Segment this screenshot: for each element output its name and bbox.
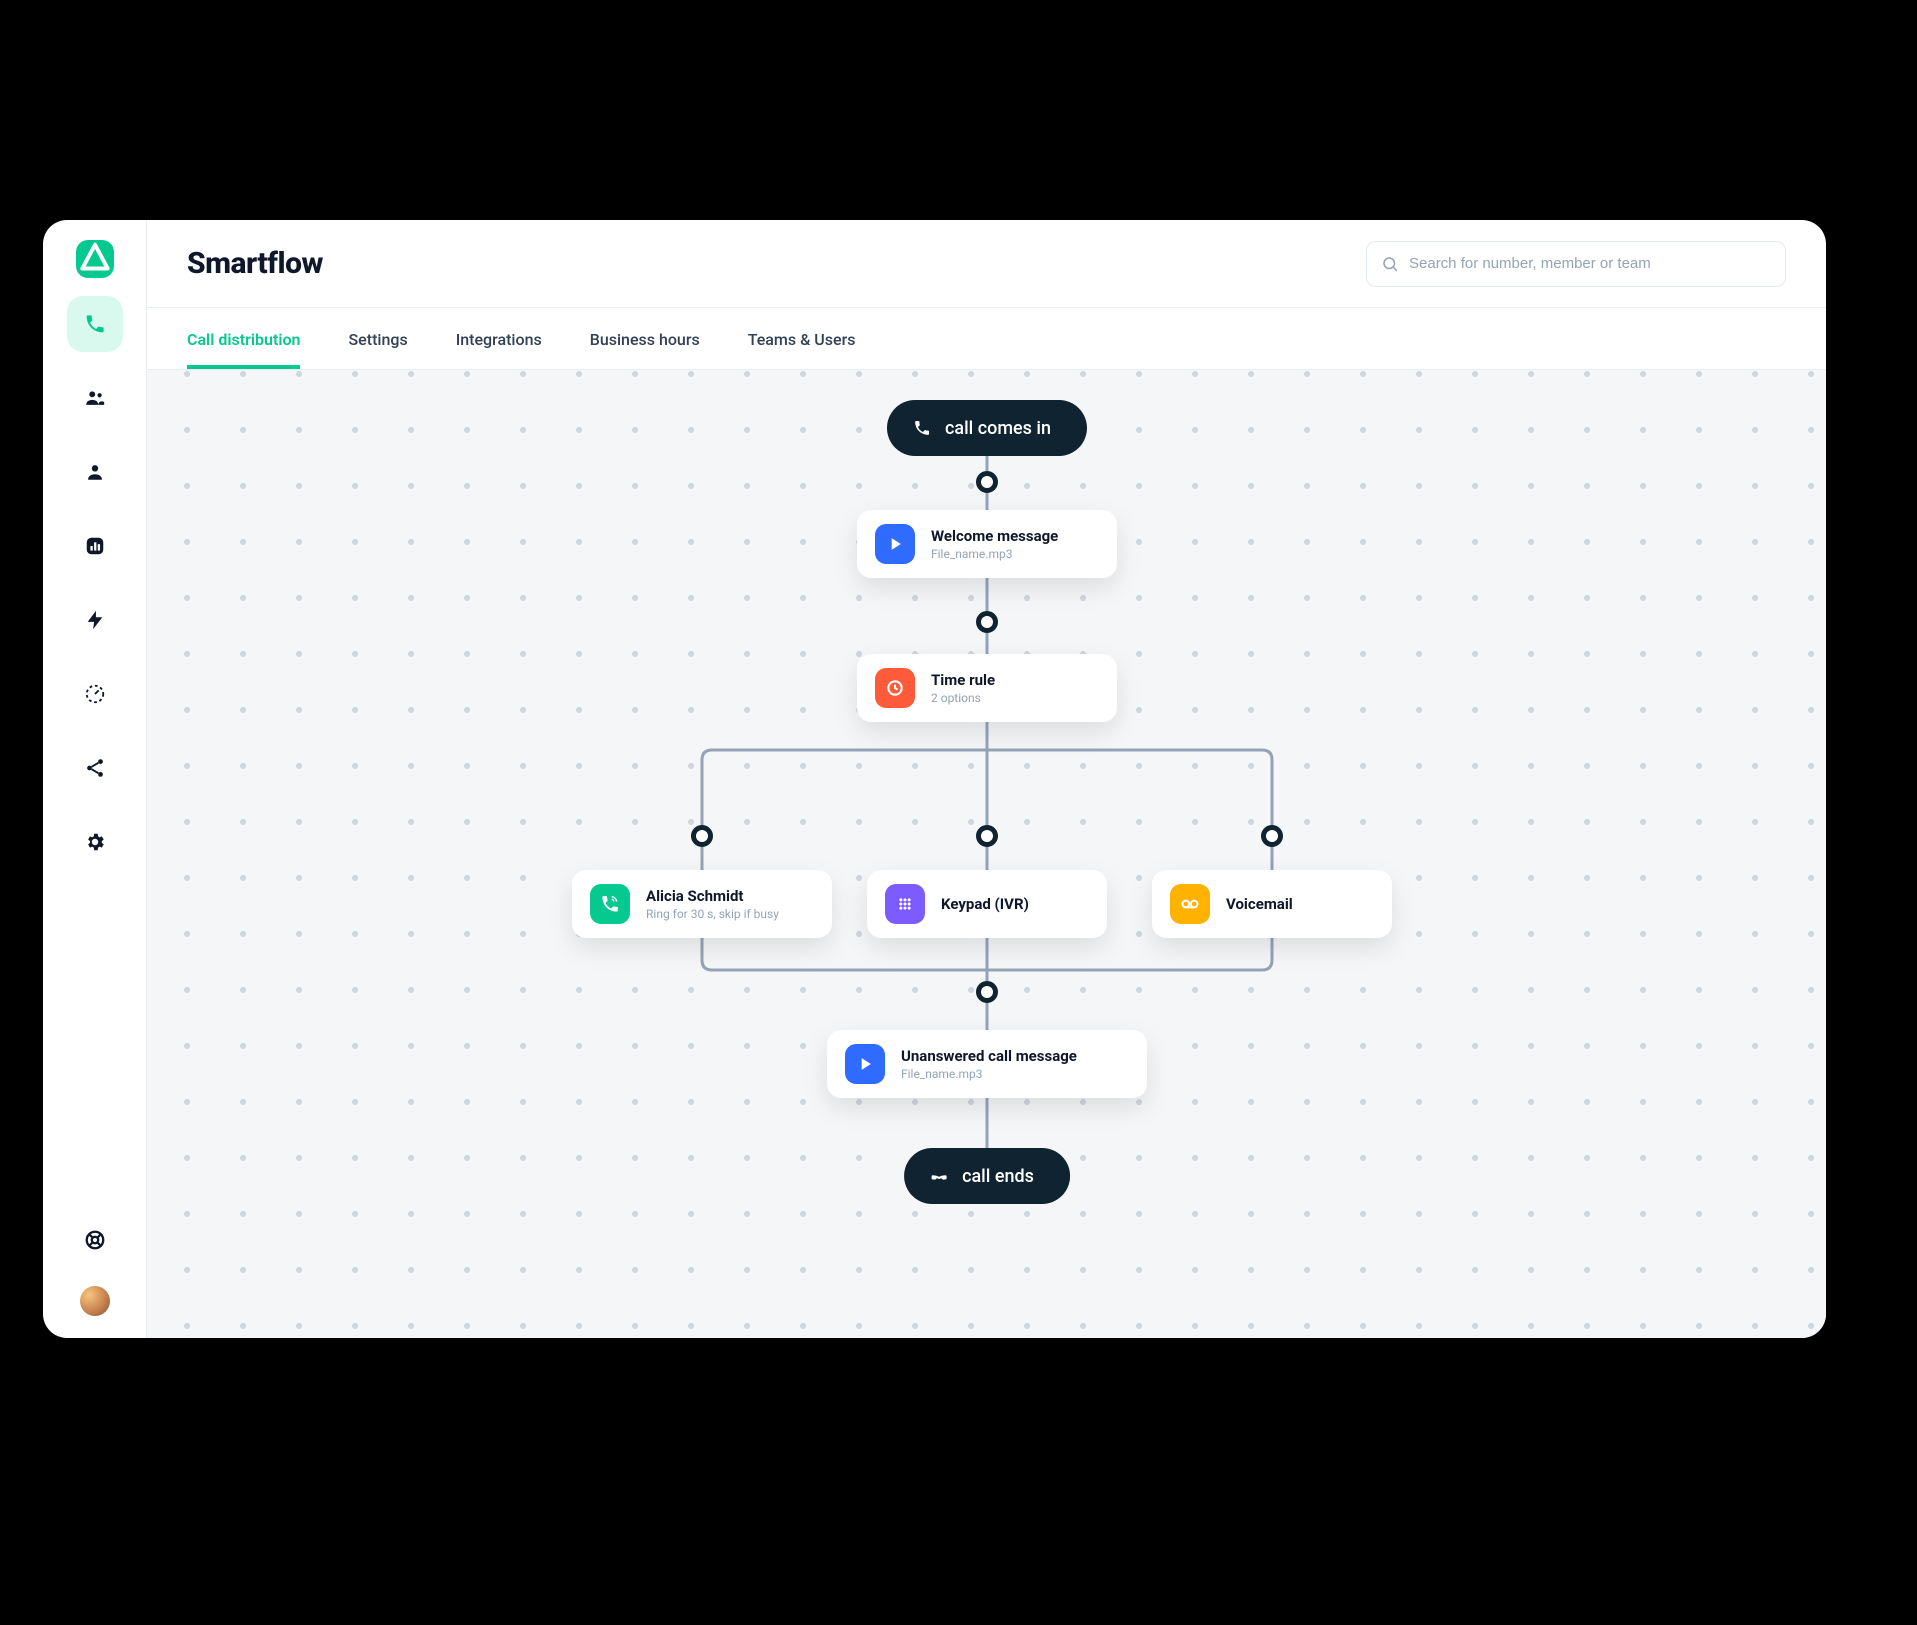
search-input[interactable] bbox=[1409, 255, 1771, 272]
tab-settings[interactable]: Settings bbox=[348, 330, 407, 369]
main: Smartflow Call distribution Settings Int… bbox=[147, 220, 1826, 1338]
tab-teams-users[interactable]: Teams & Users bbox=[748, 330, 856, 369]
connector-dot[interactable] bbox=[1261, 825, 1283, 847]
card-title: Welcome message bbox=[931, 527, 1058, 545]
hangup-icon bbox=[930, 1167, 948, 1185]
sidebar-item-person[interactable] bbox=[67, 444, 123, 500]
tab-call-distribution[interactable]: Call distribution bbox=[187, 330, 300, 369]
sidebar-item-share[interactable] bbox=[67, 740, 123, 796]
card-title: Time rule bbox=[931, 671, 995, 689]
card-subtitle: File_name.mp3 bbox=[901, 1067, 1077, 1081]
clock-icon bbox=[875, 668, 915, 708]
flow-node-time-rule[interactable]: Time rule 2 options bbox=[857, 654, 1117, 722]
card-subtitle: Ring for 30 s, skip if busy bbox=[646, 907, 779, 921]
play-icon bbox=[845, 1044, 885, 1084]
phone-ring-icon bbox=[590, 884, 630, 924]
sidebar-item-stats[interactable] bbox=[67, 518, 123, 574]
flow-node-welcome[interactable]: Welcome message File_name.mp3 bbox=[857, 510, 1117, 578]
card-title: Voicemail bbox=[1226, 895, 1293, 913]
phone-icon bbox=[913, 419, 931, 437]
connector-dot[interactable] bbox=[691, 825, 713, 847]
card-title: Alicia Schmidt bbox=[646, 887, 779, 905]
flow-node-keypad[interactable]: Keypad (IVR) bbox=[867, 870, 1107, 938]
sidebar-item-people[interactable] bbox=[67, 370, 123, 426]
sidebar-item-settings[interactable] bbox=[67, 814, 123, 870]
topbar: Smartflow bbox=[147, 220, 1826, 308]
flow-node-start[interactable]: call comes in bbox=[887, 400, 1087, 456]
play-icon bbox=[875, 524, 915, 564]
flow-node-voicemail[interactable]: Voicemail bbox=[1152, 870, 1392, 938]
sidebar-item-phone[interactable] bbox=[67, 296, 123, 352]
flow-node-unanswered[interactable]: Unanswered call message File_name.mp3 bbox=[827, 1030, 1147, 1098]
connector-dot[interactable] bbox=[976, 611, 998, 633]
flow-node-end[interactable]: call ends bbox=[904, 1148, 1070, 1204]
keypad-icon bbox=[885, 884, 925, 924]
app-logo bbox=[76, 240, 114, 278]
sidebar-item-activity[interactable] bbox=[67, 592, 123, 648]
connector-dot[interactable] bbox=[976, 825, 998, 847]
connector-dot[interactable] bbox=[976, 471, 998, 493]
search-field[interactable] bbox=[1366, 241, 1786, 287]
sidebar-item-help[interactable] bbox=[67, 1212, 123, 1268]
tab-business-hours[interactable]: Business hours bbox=[590, 330, 700, 369]
search-icon bbox=[1381, 255, 1399, 273]
voicemail-icon bbox=[1170, 884, 1210, 924]
card-title: Unanswered call message bbox=[901, 1047, 1077, 1065]
avatar[interactable] bbox=[80, 1286, 110, 1316]
tab-integrations[interactable]: Integrations bbox=[456, 330, 542, 369]
connector-dot[interactable] bbox=[976, 981, 998, 1003]
tabs: Call distribution Settings Integrations … bbox=[147, 308, 1826, 370]
page-title: Smartflow bbox=[187, 246, 323, 281]
card-title: Keypad (IVR) bbox=[941, 895, 1029, 913]
card-subtitle: File_name.mp3 bbox=[931, 547, 1058, 561]
sidebar-item-performance[interactable] bbox=[67, 666, 123, 722]
flow-node-start-label: call comes in bbox=[945, 418, 1051, 439]
sidebar bbox=[43, 220, 147, 1338]
flow-node-person[interactable]: Alicia Schmidt Ring for 30 s, skip if bu… bbox=[572, 870, 832, 938]
card-subtitle: 2 options bbox=[931, 691, 995, 705]
flow-canvas[interactable]: call comes in Welcome message File_name.… bbox=[147, 370, 1826, 1338]
flow-node-end-label: call ends bbox=[962, 1166, 1034, 1187]
